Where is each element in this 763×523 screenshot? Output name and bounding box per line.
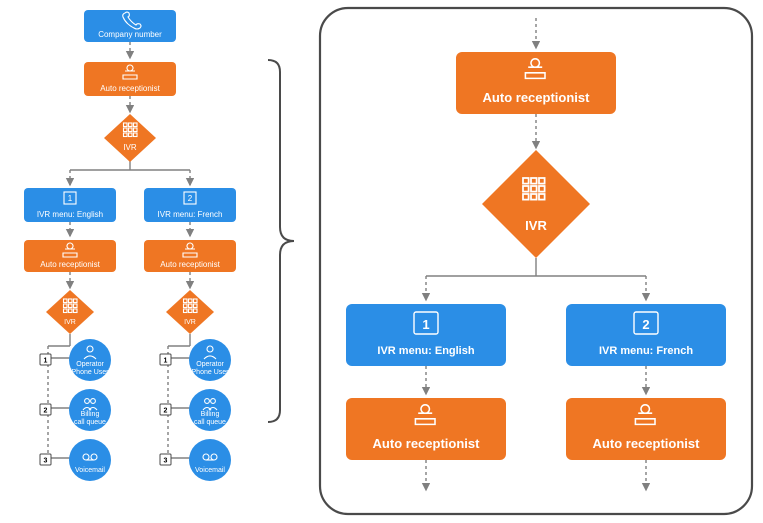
option-billing-label: Billing xyxy=(201,411,220,418)
node-ivr-left: IVR xyxy=(46,290,94,334)
auto-receptionist-right-label: Auto receptionist xyxy=(160,260,220,269)
option-right-3: 3 Voicemail xyxy=(160,439,231,481)
node-ivr-menu-french: 2 IVR menu: French xyxy=(144,188,236,222)
brace xyxy=(268,60,294,422)
zoom-digit-1: 1 xyxy=(422,317,429,332)
zoom-menu-english-label: IVR menu: English xyxy=(377,345,474,357)
option-billing-label: Billing xyxy=(81,411,100,418)
zoom-ar-right-label: Auto receptionist xyxy=(593,436,701,451)
node-auto-receptionist-left: Auto receptionist xyxy=(24,240,116,272)
ivr-left-label: IVR xyxy=(64,319,76,326)
ivr-menu-french-label: IVR menu: French xyxy=(158,210,223,219)
option-billing-sub: call queue xyxy=(74,419,106,426)
option-left-2: 2 Billing call queue xyxy=(40,389,111,431)
option-right-2: 2 Billing call queue xyxy=(160,389,231,431)
option-operator-sub: (Phone User) xyxy=(189,369,231,376)
zoom-ivr: IVR xyxy=(482,150,590,258)
option-operator-label: Operator xyxy=(196,361,224,368)
node-ivr-menu-english: 1 IVR menu: English xyxy=(24,188,116,222)
mini-flowchart: Company number Auto receptionist IVR 1 I… xyxy=(24,10,236,481)
key-2: 2 xyxy=(44,408,48,415)
option-operator-label: Operator xyxy=(76,361,104,368)
node-ivr-top: IVR xyxy=(104,114,156,162)
zoom-auto-receptionist-right: Auto receptionist xyxy=(566,398,726,460)
option-voicemail-label: Voicemail xyxy=(195,467,225,474)
key-1: 1 xyxy=(164,358,168,365)
digit-1: 1 xyxy=(68,194,73,203)
option-operator-sub: (Phone User) xyxy=(69,369,111,376)
option-left-3: 3 Voicemail xyxy=(40,439,111,481)
node-auto-receptionist-top: Auto receptionist xyxy=(84,62,176,96)
auto-receptionist-label: Auto receptionist xyxy=(100,84,160,93)
zoom-auto-receptionist: Auto receptionist xyxy=(456,52,616,114)
node-auto-receptionist-right: Auto receptionist xyxy=(144,240,236,272)
digit-2: 2 xyxy=(188,194,193,203)
zoom-panel: Auto receptionist IVR 1 IVR menu: Englis… xyxy=(320,8,752,514)
node-ivr-right: IVR xyxy=(166,290,214,334)
ivr-right-label: IVR xyxy=(184,319,196,326)
key-3: 3 xyxy=(164,458,168,465)
company-number-label: Company number xyxy=(98,30,162,39)
zoom-ivr-menu-english: 1 IVR menu: English xyxy=(346,304,506,366)
key-2: 2 xyxy=(164,408,168,415)
ivr-label: IVR xyxy=(123,143,137,152)
node-company-number: Company number xyxy=(84,10,176,42)
zoom-auto-receptionist-label: Auto receptionist xyxy=(483,90,591,105)
zoom-ar-left-label: Auto receptionist xyxy=(373,436,481,451)
option-voicemail-label: Voicemail xyxy=(75,467,105,474)
auto-receptionist-left-label: Auto receptionist xyxy=(40,260,100,269)
ivr-menu-english-label: IVR menu: English xyxy=(37,210,103,219)
zoom-auto-receptionist-left: Auto receptionist xyxy=(346,398,506,460)
zoom-menu-french-label: IVR menu: French xyxy=(599,345,693,357)
key-3: 3 xyxy=(44,458,48,465)
key-1: 1 xyxy=(44,358,48,365)
zoom-ivr-label: IVR xyxy=(525,218,547,233)
zoom-digit-2: 2 xyxy=(642,317,649,332)
option-billing-sub: call queue xyxy=(194,419,226,426)
zoom-ivr-menu-french: 2 IVR menu: French xyxy=(566,304,726,366)
